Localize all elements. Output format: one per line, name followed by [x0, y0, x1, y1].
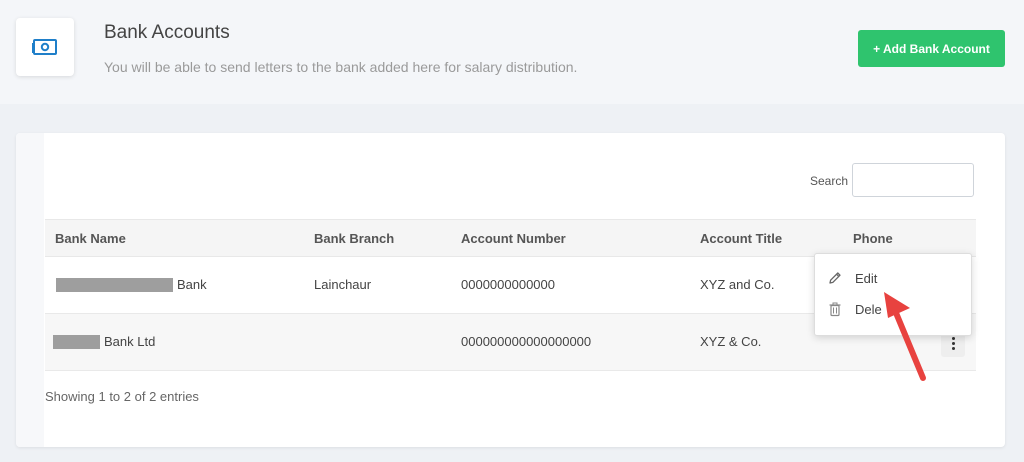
column-header-account-number[interactable]: Account Number [461, 231, 566, 246]
column-header-bank-branch[interactable]: Bank Branch [314, 231, 394, 246]
cell-account-number: 0000000000000 [461, 277, 555, 292]
kebab-dot [951, 341, 955, 345]
column-header-bank-name[interactable]: Bank Name [55, 231, 126, 246]
card-left-shade [16, 133, 44, 447]
column-header-phone[interactable]: Phone [853, 231, 893, 246]
page-title: Bank Accounts [104, 22, 230, 43]
kebab-dot [951, 346, 955, 350]
annotation-arrow [884, 292, 926, 381]
menu-item-edit-label: Edit [855, 271, 878, 286]
menu-item-delete-label: Dele [855, 302, 882, 317]
table-info: Showing 1 to 2 of 2 entries [45, 389, 199, 404]
column-header-account-title[interactable]: Account Title [700, 231, 782, 246]
pencil-icon [829, 272, 841, 284]
money-bill-icon [32, 39, 57, 55]
cell-bank-branch: Lainchaur [314, 277, 372, 292]
redacted-text [56, 278, 173, 292]
search-label: Search [810, 174, 849, 188]
header-icon-box [16, 18, 74, 76]
cell-bank-name: Bank Ltd [104, 334, 156, 349]
cell-account-number: 000000000000000000 [461, 334, 592, 349]
trash-icon [829, 302, 841, 317]
redacted-text [53, 335, 100, 349]
cell-bank-name: Bank [177, 277, 207, 292]
add-bank-account-button[interactable]: + Add Bank Account [858, 30, 1005, 67]
cell-account-title: XYZ & Co. [700, 334, 762, 349]
cell-account-title: XYZ and Co. [700, 277, 775, 292]
kebab-dot [951, 336, 955, 340]
page-subtitle: You will be able to send letters to the … [104, 59, 578, 75]
search-input[interactable] [852, 163, 974, 197]
